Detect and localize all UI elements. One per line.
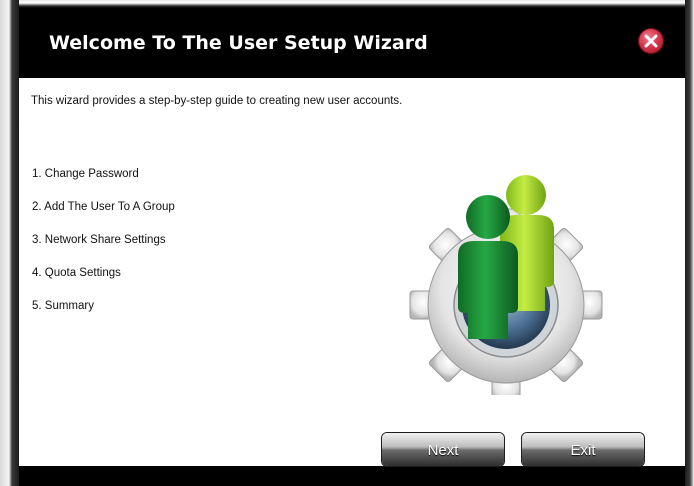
user-setup-wizard-dialog: Welcome To The User Setup Wizard This wi… xyxy=(19,8,685,466)
step-item: 4. Quota Settings xyxy=(32,267,121,279)
close-icon xyxy=(644,34,658,48)
window-top-frame xyxy=(19,0,685,8)
step-item: 1. Change Password xyxy=(32,168,139,180)
step-item: 5. Summary xyxy=(32,300,94,312)
intro-text: This wizard provides a step-by-step guid… xyxy=(31,95,403,107)
window-bottom-frame xyxy=(19,466,685,486)
exit-button[interactable]: Exit xyxy=(522,433,644,466)
step-item: 2. Add The User To A Group xyxy=(32,201,175,213)
wizard-steps-list: 1. Change Password 2. Add The User To A … xyxy=(32,158,175,323)
step-item: 3. Network Share Settings xyxy=(32,234,166,246)
next-button[interactable]: Next xyxy=(382,433,504,466)
users-gear-icon xyxy=(409,175,603,395)
close-button[interactable] xyxy=(638,28,664,54)
window-left-frame xyxy=(0,0,19,486)
dialog-title: Welcome To The User Setup Wizard xyxy=(49,32,428,54)
dialog-titlebar: Welcome To The User Setup Wizard xyxy=(19,8,685,78)
window-right-frame xyxy=(685,0,694,486)
